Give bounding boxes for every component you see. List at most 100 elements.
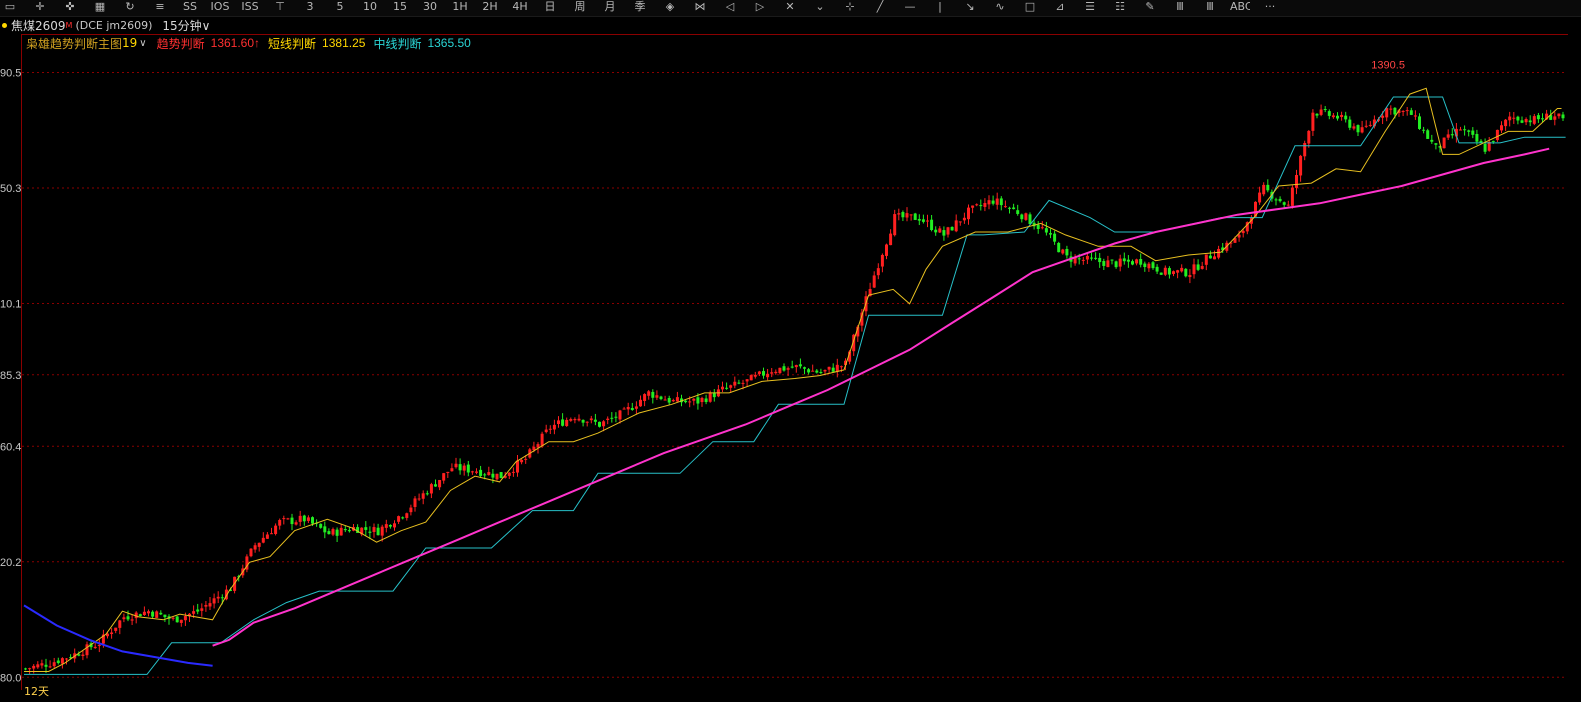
candle-down — [151, 611, 155, 617]
candle-down — [1463, 129, 1467, 131]
candle-up — [729, 385, 733, 388]
candle-down — [388, 524, 392, 527]
candle-down — [1471, 130, 1475, 135]
candle-up — [794, 365, 798, 368]
candle-down — [1336, 115, 1339, 119]
candle-down — [815, 370, 819, 373]
candle-down — [311, 517, 314, 524]
candle-up — [827, 366, 831, 370]
candle-down — [913, 213, 917, 220]
candle-up — [1524, 119, 1528, 123]
candle-up — [749, 375, 753, 381]
candle-down — [163, 614, 167, 618]
candle-up — [179, 619, 183, 623]
candle-up — [261, 537, 265, 543]
candle-up — [511, 471, 515, 473]
candle-up — [282, 518, 286, 520]
candle-up — [1459, 129, 1462, 131]
candle-up — [811, 370, 815, 372]
candle-up — [1553, 116, 1557, 120]
candle-up — [1106, 260, 1110, 268]
candle-up — [1340, 114, 1344, 118]
candle-up — [565, 419, 569, 426]
candle-down — [1167, 268, 1171, 275]
candle-down — [1356, 125, 1360, 133]
candle-up — [1508, 116, 1512, 121]
candle-up — [1188, 275, 1192, 278]
candle-down — [803, 367, 806, 369]
candle-up — [147, 611, 150, 614]
candle-up — [893, 214, 897, 236]
candle-up — [532, 446, 536, 451]
candle-up — [1213, 256, 1216, 260]
candle-up — [1401, 110, 1405, 112]
candle-down — [483, 474, 487, 476]
candle-down — [1516, 116, 1520, 121]
candle-down — [1008, 207, 1011, 209]
candle-up — [28, 668, 32, 670]
candle-down — [1155, 266, 1159, 272]
candle-up — [171, 617, 175, 619]
candle-up — [1381, 115, 1385, 118]
candle-down — [1090, 257, 1093, 259]
candle-up — [85, 644, 89, 656]
candle-up — [1192, 264, 1196, 275]
candle-up — [1003, 206, 1007, 208]
candle-up — [786, 368, 790, 370]
candle-up — [516, 460, 519, 473]
y-tick-label: 50.3 — [0, 183, 21, 195]
candle-up — [1495, 129, 1499, 141]
candle-up — [643, 394, 647, 401]
candle-up — [602, 421, 606, 427]
candle-up — [1147, 263, 1151, 269]
candle-up — [692, 398, 696, 401]
candle-up — [507, 472, 511, 476]
candle-up — [278, 519, 282, 526]
candle-up — [995, 198, 999, 205]
candle-up — [1303, 143, 1307, 157]
candle-down — [561, 419, 565, 426]
candle-up — [442, 473, 446, 481]
candle-down — [1131, 261, 1134, 265]
candle-up — [524, 458, 528, 460]
candle-up — [454, 463, 458, 468]
candle-up — [1352, 126, 1356, 129]
candle-down — [1426, 130, 1430, 139]
candle-up — [983, 203, 987, 207]
candle-up — [987, 200, 991, 205]
candle-up — [1163, 267, 1167, 275]
candle-up — [487, 472, 491, 476]
candle-up — [208, 603, 212, 607]
candle-down — [1098, 257, 1102, 263]
candle-up — [1024, 213, 1028, 220]
candle-up — [540, 433, 544, 446]
candle-down — [196, 609, 200, 612]
candle-up — [880, 254, 884, 267]
candle-down — [1139, 258, 1143, 265]
candle-down — [1110, 259, 1114, 261]
candle-down — [581, 419, 585, 423]
candle-up — [975, 204, 979, 206]
candle-up — [270, 533, 273, 535]
candle-up — [192, 611, 196, 614]
candle-up — [1389, 108, 1393, 110]
y-tick-label: 60.4 — [0, 441, 21, 453]
candle-up — [823, 369, 827, 372]
candle-down — [1049, 233, 1052, 235]
candle-down — [991, 200, 995, 204]
candle-up — [257, 542, 261, 547]
candle-up — [331, 529, 335, 535]
candle-up — [585, 421, 589, 423]
candle-down — [610, 417, 614, 419]
candle-up — [97, 644, 101, 646]
candle-up — [450, 468, 454, 472]
candle-up — [306, 517, 310, 521]
candle-down — [138, 614, 142, 617]
candle-up — [110, 632, 114, 635]
candle-up — [65, 658, 68, 660]
candle-up — [1081, 259, 1085, 261]
candle-up — [1360, 127, 1364, 133]
candle-down — [466, 464, 470, 473]
candle-up — [757, 371, 761, 374]
candle-down — [1434, 143, 1438, 145]
